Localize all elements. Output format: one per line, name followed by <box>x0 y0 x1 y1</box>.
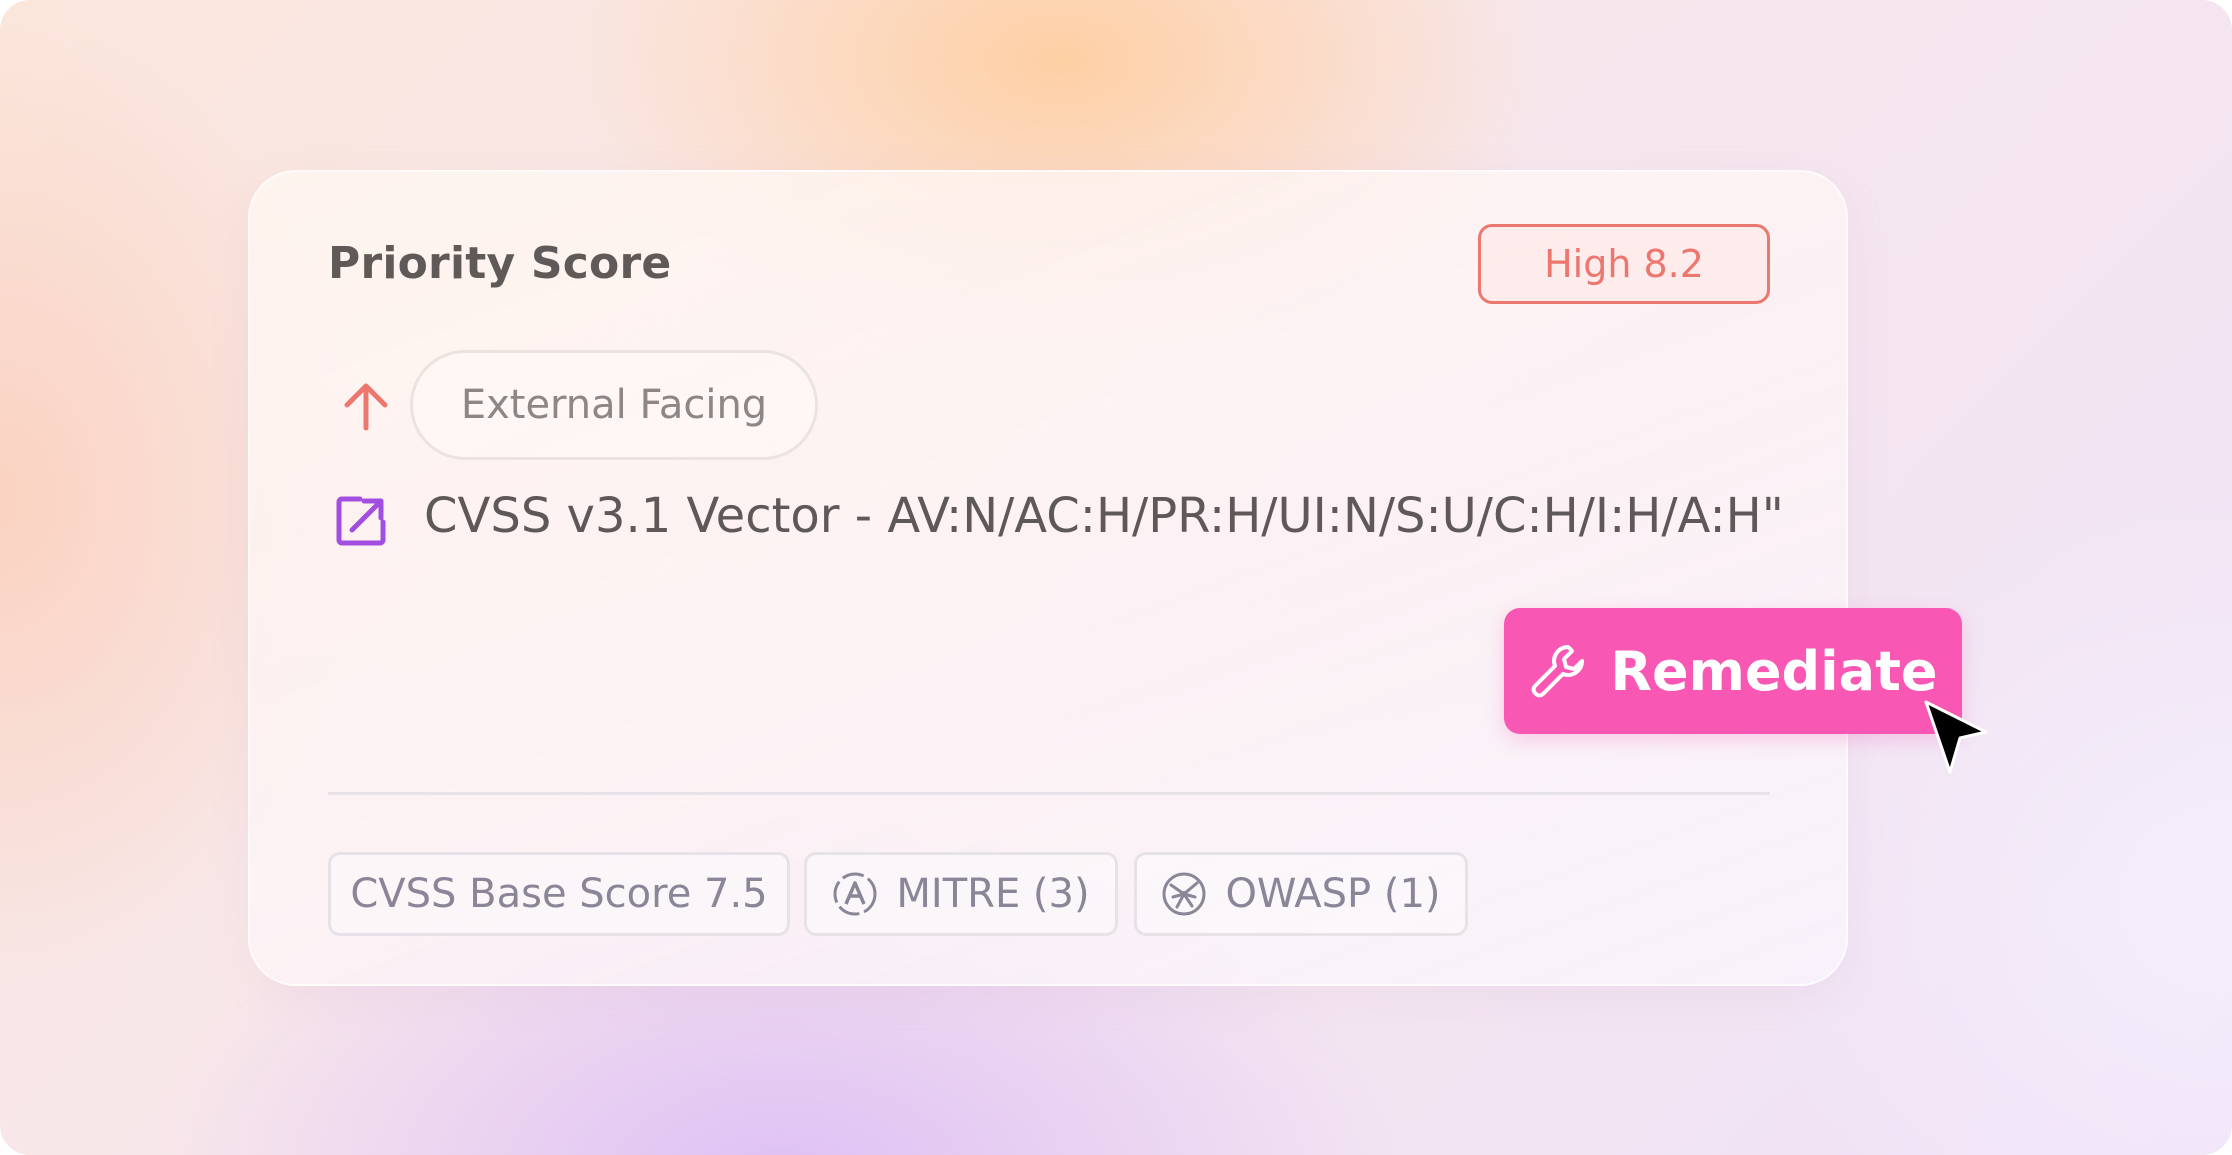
owasp-tag[interactable]: OWASP (1) <box>1134 852 1468 936</box>
mitre-icon <box>833 872 877 916</box>
external-link-icon[interactable] <box>334 494 388 548</box>
mitre-label: MITRE (3) <box>896 871 1090 917</box>
remediate-button[interactable]: Remediate <box>1504 608 1962 734</box>
cursor-icon <box>1924 700 1988 774</box>
cvss-base-score-tag[interactable]: CVSS Base Score 7.5 <box>328 852 790 936</box>
owasp-icon <box>1162 872 1206 916</box>
card-title: Priority Score <box>328 238 672 289</box>
cvss-vector-text: CVSS v3.1 Vector - AV:N/AC:H/PR:H/UI:N/S… <box>424 488 1784 544</box>
owasp-label: OWASP (1) <box>1225 871 1441 917</box>
background: Priority Score High 8.2 External Facing … <box>0 0 2232 1155</box>
divider <box>328 792 1770 795</box>
priority-score-card: Priority Score High 8.2 External Facing … <box>248 170 1962 986</box>
arrow-up-icon <box>344 383 388 431</box>
remediate-button-label: Remediate <box>1610 639 1938 703</box>
cvss-base-score-label: CVSS Base Score 7.5 <box>350 871 768 917</box>
mitre-tag[interactable]: MITRE (3) <box>804 852 1118 936</box>
wrench-icon <box>1532 645 1585 698</box>
severity-badge[interactable]: High 8.2 <box>1478 224 1770 304</box>
external-facing-tag[interactable]: External Facing <box>410 350 818 460</box>
